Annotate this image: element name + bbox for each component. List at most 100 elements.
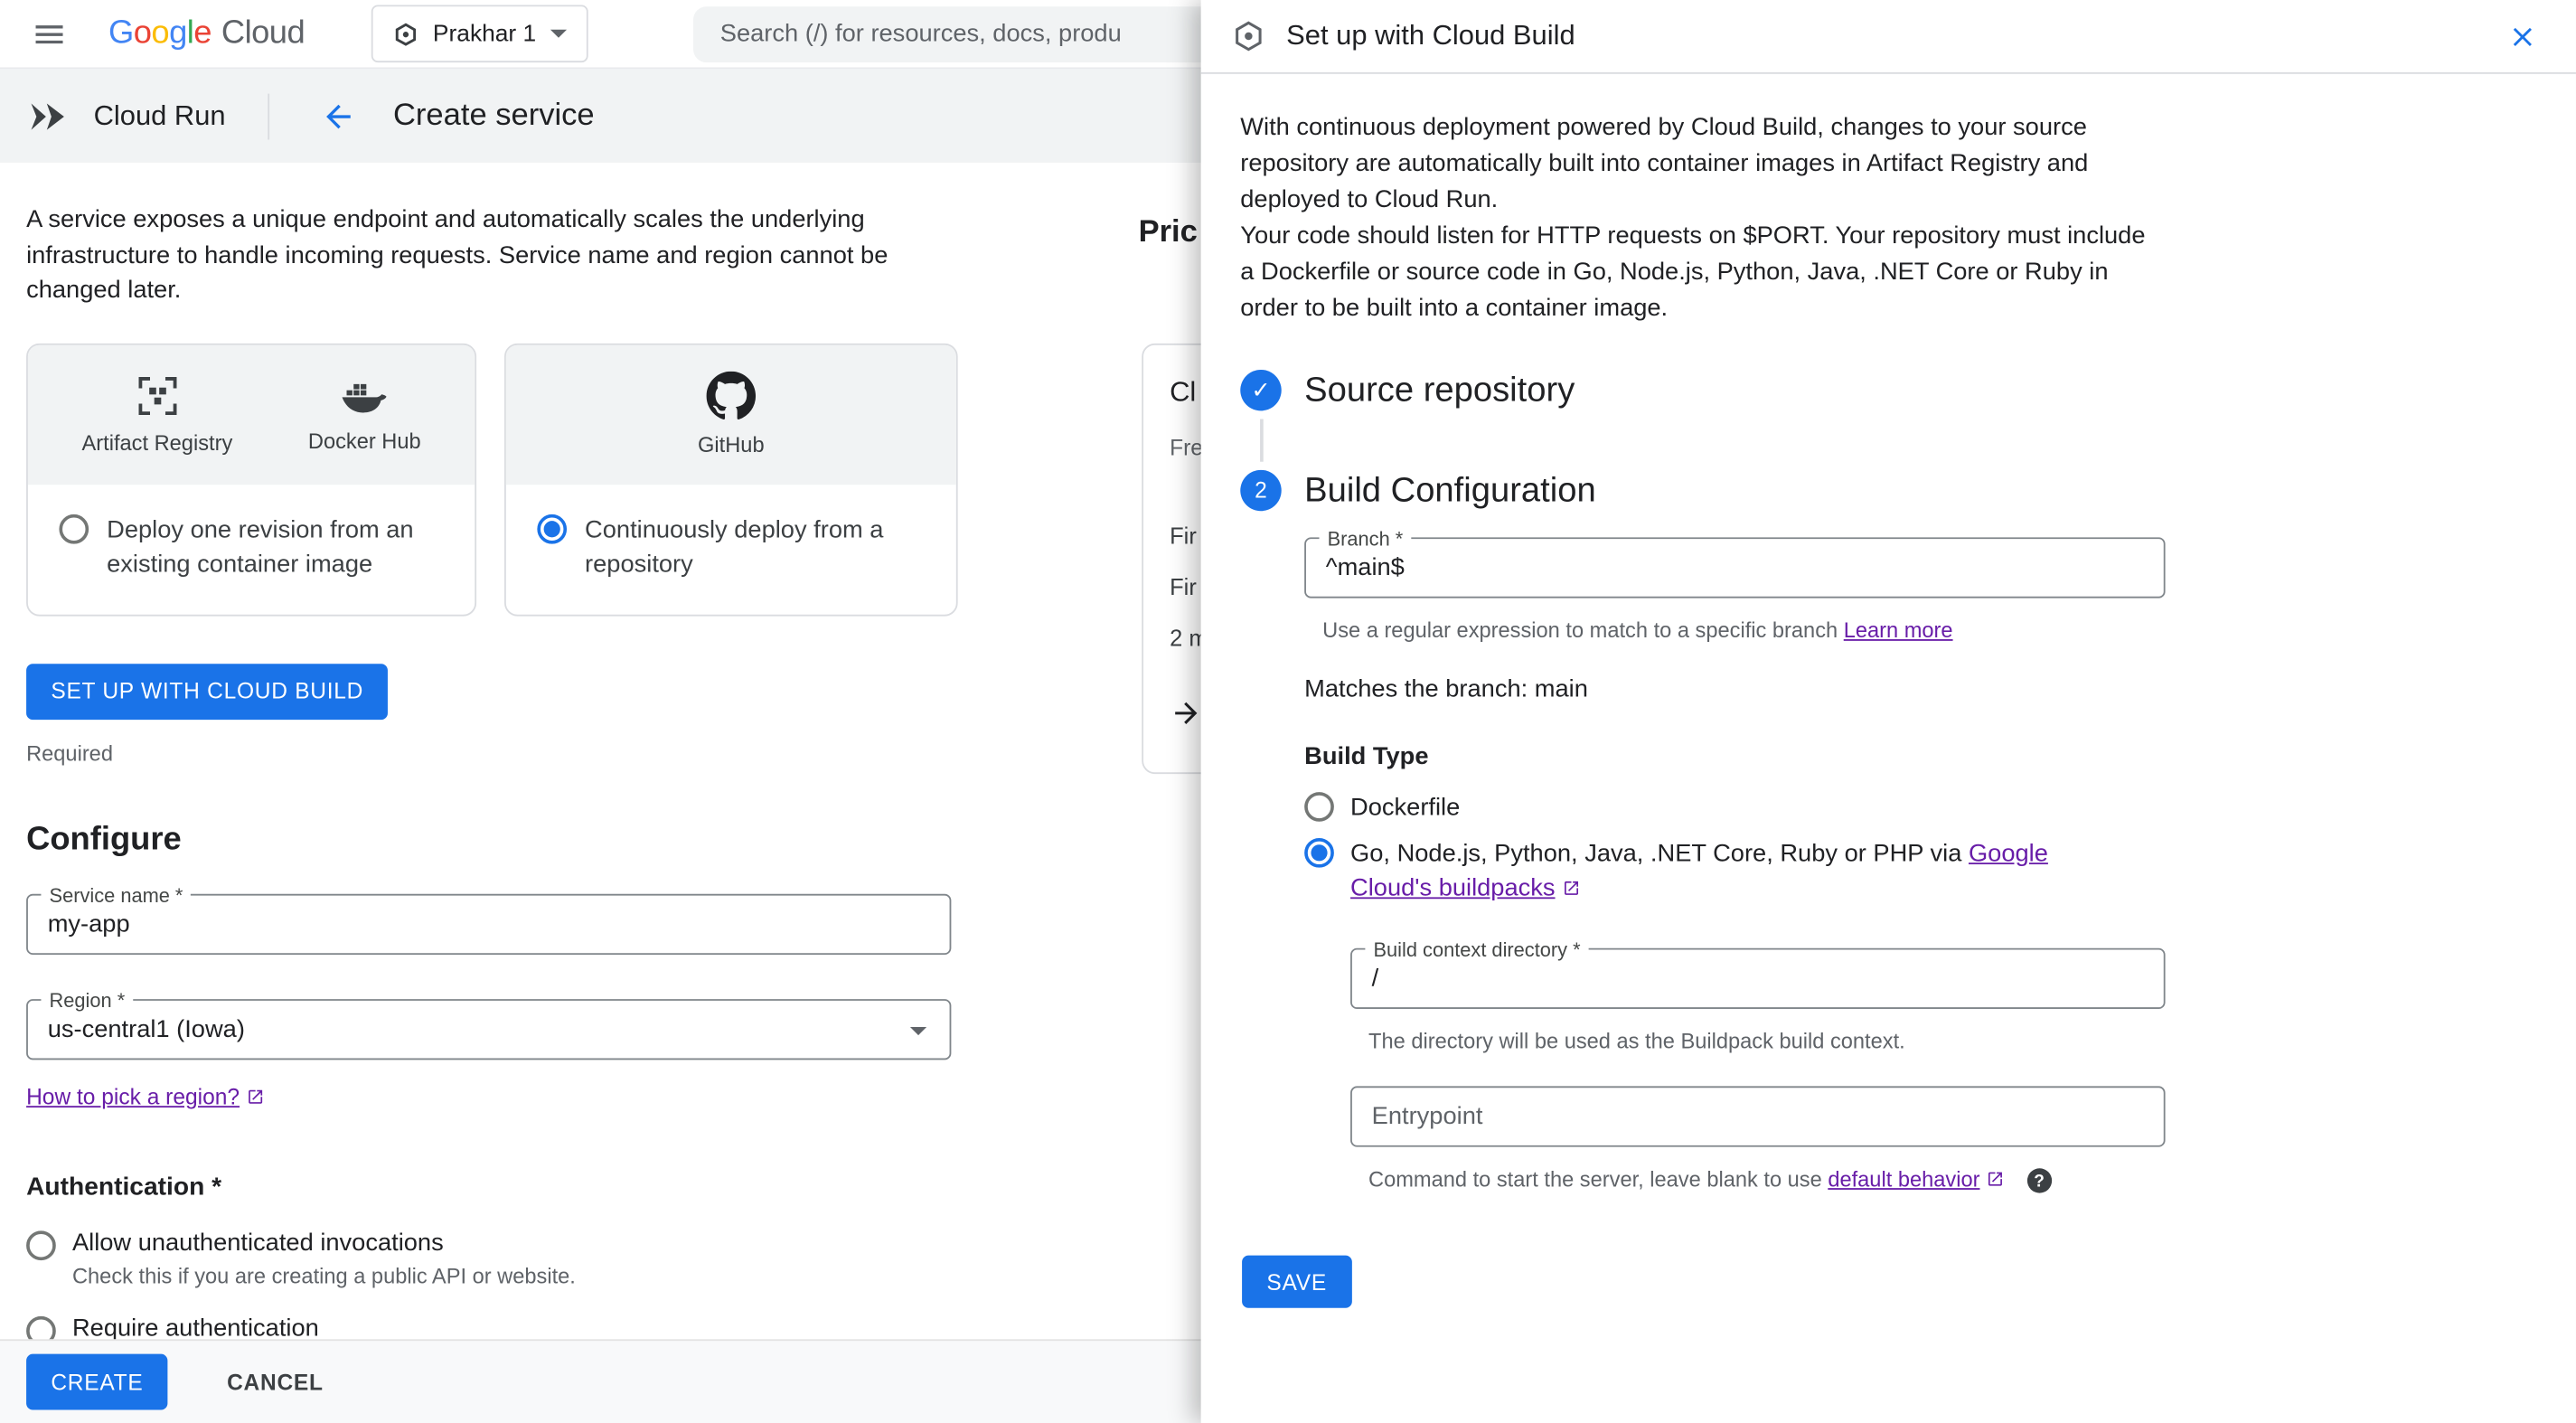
branch-helper-text: Use a regular expression to match to a s…	[1322, 617, 1844, 643]
pricing-line: Cl	[1170, 376, 1197, 408]
auth-option-description: Check this if you are creating a public …	[71, 1262, 576, 1288]
deploy-revision-option[interactable]: Deploy one revision from an existing con…	[28, 484, 475, 614]
container-image-card-sources: Artifact Registry Docker Hub	[27, 344, 475, 485]
region-help-link[interactable]: How to pick a region?	[26, 1084, 264, 1108]
service-name-field[interactable]: Service name * my-app	[26, 882, 952, 955]
check-icon: ✓	[1251, 376, 1271, 403]
search-placeholder: Search (/) for resources, docs, produ	[719, 19, 1122, 48]
build-type-label: Build Type	[1304, 742, 1429, 771]
back-arrow-icon	[326, 103, 352, 128]
product-name[interactable]: Cloud Run	[94, 99, 226, 132]
entrypoint-placeholder[interactable]: Entrypoint	[1352, 1088, 2164, 1145]
service-intro-text: A service exposes a unique endpoint and …	[26, 205, 888, 305]
panel-intro: With continuous deployment powered by Cl…	[1240, 110, 2163, 327]
dockerfile-radio[interactable]	[1304, 792, 1334, 822]
panel-intro-paragraph: Your code should listen for HTTP request…	[1240, 221, 2146, 323]
deploy-revision-radio[interactable]	[59, 513, 89, 543]
branch-match-text: Matches the branch: main	[1304, 675, 1588, 703]
artifact-registry-source: Artifact Registry	[82, 373, 232, 455]
authentication-heading: Authentication *	[26, 1172, 222, 1201]
close-icon	[2512, 26, 2532, 46]
step-source-repository[interactable]: ✓ Source repository	[1240, 369, 2536, 411]
build-type-buildpacks-option[interactable]: Go, Node.js, Python, Java, .NET Core, Ru…	[1304, 836, 2165, 905]
service-name-label: Service name *	[41, 882, 192, 907]
logo-letter: G	[108, 14, 134, 52]
save-button[interactable]: SAVE	[1242, 1255, 1352, 1308]
close-button[interactable]	[2499, 14, 2545, 60]
allow-unauthenticated-radio[interactable]	[26, 1230, 56, 1260]
panel-body: With continuous deployment powered by Cl…	[1201, 74, 2576, 1308]
external-link-icon	[248, 1088, 262, 1103]
google-cloud-logo[interactable]: Google Cloud	[108, 14, 306, 52]
repository-card: GitHub Continuously deploy from a reposi…	[503, 342, 958, 616]
entrypoint-input[interactable]: Entrypoint	[1350, 1086, 2166, 1147]
entrypoint-helper: Command to start the server, leave blank…	[1368, 1166, 2166, 1193]
entrypoint-helper-text: Command to start the server, leave blank…	[1368, 1166, 1829, 1192]
branch-helper: Use a regular expression to match to a s…	[1322, 617, 2165, 642]
source-label: GitHub	[698, 432, 765, 457]
github-source: GitHub	[698, 371, 765, 457]
cancel-button[interactable]: CANCEL	[217, 1368, 333, 1396]
container-image-card: Artifact Registry Docker Hub Deploy one …	[26, 342, 477, 616]
external-link-icon	[1564, 881, 1578, 895]
github-icon	[706, 371, 757, 419]
setup-cloud-build-button[interactable]: SET UP WITH CLOUD BUILD	[26, 663, 389, 720]
cloud-run-icon	[31, 102, 64, 129]
external-link-icon	[1988, 1172, 2002, 1186]
build-context-label: Build context directory *	[1365, 938, 1589, 962]
panel-title: Set up with Cloud Build	[1286, 19, 1575, 52]
project-icon	[394, 22, 416, 45]
logo-letter: o	[133, 14, 152, 52]
back-button[interactable]	[313, 90, 365, 142]
docker-hub-source: Docker Hub	[307, 374, 421, 454]
build-context-input[interactable]: Build context directory * /	[1350, 938, 2166, 1009]
learn-more-link[interactable]: Learn more	[1844, 617, 1953, 642]
source-label: Docker Hub	[307, 429, 421, 454]
pricing-line: Fir	[1170, 522, 1197, 550]
continuous-deploy-radio[interactable]	[537, 513, 568, 543]
deploy-revision-label: Deploy one revision from an existing con…	[107, 514, 414, 578]
region-label: Region *	[41, 988, 134, 1012]
logo-cloud-text: Cloud	[221, 14, 306, 52]
branch-input[interactable]: Branch * ^main$	[1304, 527, 2166, 598]
page-title: Create service	[392, 98, 595, 133]
auth-option-label: Require authentication	[71, 1314, 319, 1343]
logo-letter: o	[151, 14, 170, 52]
step2-circle: 2	[1240, 469, 1282, 512]
logo-letter: l	[186, 14, 194, 52]
branch-value[interactable]: ^main$	[1306, 539, 2164, 597]
dockerfile-label: Dockerfile	[1350, 793, 1461, 822]
buildpacks-label-text: Go, Node.js, Python, Java, .NET Core, Ru…	[1350, 839, 1969, 868]
pricing-heading: Pric	[1138, 215, 1198, 250]
docker-hub-icon	[342, 383, 387, 413]
build-stepper: ✓ Source repository 2 Build Configuratio…	[1240, 369, 2536, 1193]
pricing-line: Fir	[1170, 573, 1197, 600]
toolbar-divider	[268, 92, 270, 139]
auth-option-unauthenticated[interactable]: Allow unauthenticated invocations Check …	[26, 1229, 1142, 1287]
region-value[interactable]: us-central1 (Iowa)	[28, 1000, 950, 1058]
deployment-source-cards: Artifact Registry Docker Hub Deploy one …	[26, 342, 1142, 616]
step1-title: Source repository	[1304, 370, 1575, 409]
logo-letter: e	[193, 14, 212, 52]
create-button[interactable]: CREATE	[26, 1353, 168, 1410]
build-context-helper: The directory will be used as the Buildp…	[1368, 1028, 1905, 1054]
help-icon[interactable]: ?	[2026, 1168, 2052, 1193]
buildpacks-label: Go, Node.js, Python, Java, .NET Core, Ru…	[1350, 836, 2093, 905]
forward-arrow-icon[interactable]	[1170, 697, 1202, 730]
google-cloud-console: Google Cloud Prakhar 1 Search (/) for re…	[0, 0, 2576, 1423]
branch-label: Branch *	[1319, 527, 1412, 551]
step1-circle: ✓	[1240, 369, 1282, 411]
continuous-deploy-option[interactable]: Continuously deploy from a repository	[506, 484, 956, 614]
step2-title: Build Configuration	[1304, 470, 1596, 509]
project-selector[interactable]: Prakhar 1	[370, 5, 589, 63]
repository-card-sources: GitHub	[505, 344, 956, 485]
hamburger-menu-icon[interactable]	[23, 7, 75, 60]
buildpacks-radio[interactable]	[1304, 837, 1334, 868]
create-service-form: A service exposes a unique endpoint and …	[0, 163, 1142, 1373]
build-type-dockerfile-option[interactable]: Dockerfile	[1304, 790, 2165, 825]
step-build-configuration[interactable]: 2 Build Configuration	[1240, 469, 2536, 512]
artifact-registry-icon	[137, 377, 176, 416]
region-select[interactable]: Region * us-central1 (Iowa)	[26, 988, 952, 1060]
default-behavior-link[interactable]: default behavior	[1828, 1166, 1979, 1191]
region-help-link-text: How to pick a region?	[26, 1083, 240, 1108]
